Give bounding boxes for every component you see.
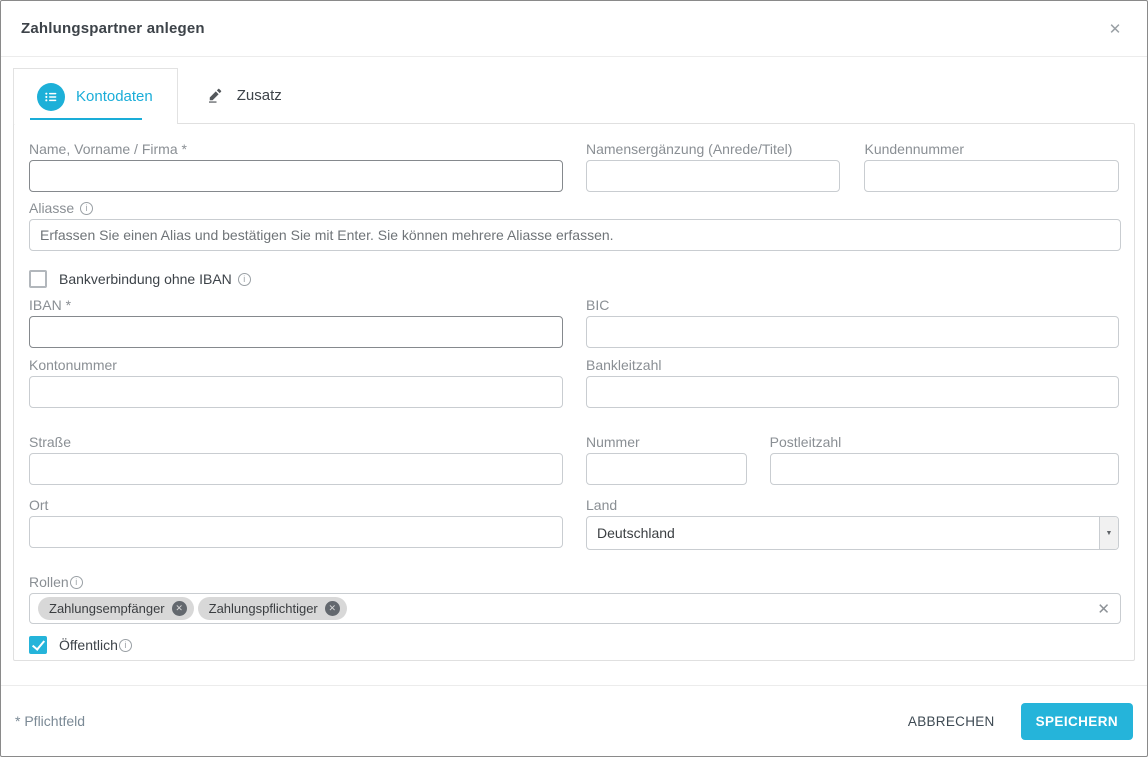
active-tab-indicator [30,118,142,120]
name-input[interactable] [29,160,563,192]
oeffentlich-row: Öffentlich i [29,636,1119,654]
tab-zusatz-label: Zusatz [237,87,282,104]
land-selected-value: Deutschland [587,525,1099,541]
chip-zahlungsempfaenger: Zahlungsempfänger ✕ [38,597,194,620]
ort-label: Ort [29,497,563,513]
postleitzahl-input[interactable] [770,453,1119,485]
info-icon[interactable]: i [80,202,93,215]
required-field-hint: * Pflichtfeld [15,713,85,729]
dialog-header: Zahlungspartner anlegen ✕ [1,1,1147,57]
chip-zahlungspflichtiger: Zahlungspflichtiger ✕ [198,597,347,620]
close-icon[interactable]: ✕ [1103,17,1127,41]
nummer-label: Nummer [586,434,747,450]
chip-remove-icon[interactable]: ✕ [172,601,187,616]
iban-input[interactable] [29,316,563,348]
form-row: Name, Vorname / Firma * Namensergänzung … [29,141,1119,192]
chip-remove-icon[interactable]: ✕ [325,601,340,616]
form-row: Straße Nummer Postleitzahl [29,434,1119,485]
chip-label: Zahlungsempfänger [49,601,165,616]
strasse-input[interactable] [29,453,563,485]
bankverbindung-ohne-iban-row: Bankverbindung ohne IBAN i [29,270,1119,288]
postleitzahl-label: Postleitzahl [770,434,1119,450]
rollen-input[interactable]: Zahlungsempfänger ✕ Zahlungspflichtiger … [29,593,1121,624]
dropdown-arrow-icon[interactable]: ▼ [1099,517,1118,549]
strasse-label: Straße [29,434,563,450]
bic-input[interactable] [586,316,1119,348]
save-button[interactable]: SPEICHERN [1021,703,1133,740]
tab-kontodaten[interactable]: Kontodaten [13,68,178,124]
info-icon[interactable]: i [119,639,132,652]
iban-label: IBAN * [29,297,563,313]
aliasse-label: Aliasse [29,200,74,216]
nummer-input[interactable] [586,453,747,485]
land-select[interactable]: Deutschland ▼ [586,516,1119,550]
bic-label: BIC [586,297,1119,313]
bankleitzahl-input[interactable] [586,376,1119,408]
form-row: Ort Land Deutschland ▼ [29,497,1119,550]
chip-label: Zahlungspflichtiger [209,601,318,616]
dialog-title: Zahlungspartner anlegen [21,20,205,37]
oeffentlich-checkbox[interactable] [29,636,47,654]
tab-bar: Kontodaten Zusatz [1,57,1147,123]
land-label: Land [586,497,1119,513]
create-payment-partner-dialog: Zahlungspartner anlegen ✕ Kontodaten [0,0,1148,757]
form-row: Aliasse i [29,200,1121,251]
dialog-footer: * Pflichtfeld ABBRECHEN SPEICHERN [1,685,1147,756]
info-icon[interactable]: i [238,273,251,286]
kundennummer-label: Kundennummer [864,141,1119,157]
kontonummer-label: Kontonummer [29,357,563,373]
oeffentlich-label: Öffentlich [59,637,118,653]
info-icon[interactable]: i [70,576,83,589]
form-row: IBAN * BIC [29,297,1119,348]
form-panel: Name, Vorname / Firma * Namensergänzung … [13,123,1135,661]
pencil-icon [206,86,224,104]
tab-zusatz[interactable]: Zusatz [178,67,312,123]
rollen-field: Rollen i Zahlungsempfänger ✕ Zahlungspfl… [29,574,1119,624]
ort-input[interactable] [29,516,563,548]
bankverbindung-ohne-iban-label: Bankverbindung ohne IBAN [59,271,232,287]
bankleitzahl-label: Bankleitzahl [586,357,1119,373]
cancel-button[interactable]: ABBRECHEN [896,704,1007,739]
bankverbindung-ohne-iban-checkbox[interactable] [29,270,47,288]
clear-icon[interactable]: ✕ [1097,600,1110,618]
kontonummer-input[interactable] [29,376,563,408]
namensergaenzung-label: Namensergänzung (Anrede/Titel) [586,141,841,157]
rollen-label: Rollen [29,574,69,590]
list-icon [37,83,65,111]
namensergaenzung-input[interactable] [586,160,841,192]
form-row: Kontonummer Bankleitzahl [29,357,1119,408]
kundennummer-input[interactable] [864,160,1119,192]
aliasse-input[interactable] [29,219,1121,251]
name-label: Name, Vorname / Firma * [29,141,563,157]
tab-kontodaten-label: Kontodaten [76,88,153,105]
